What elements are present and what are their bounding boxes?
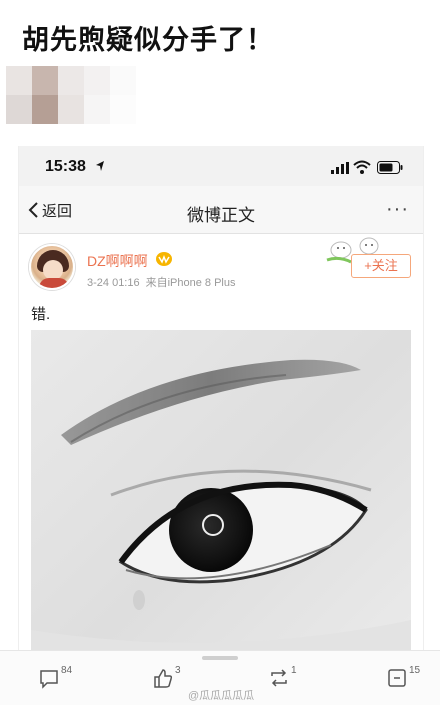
repost-count: 1 (291, 665, 297, 676)
post-text: 错. (31, 306, 51, 323)
battery-icon (377, 161, 403, 174)
location-arrow-icon (96, 161, 104, 171)
drag-handle[interactable] (202, 656, 238, 660)
cellular-signal-icon (331, 162, 349, 174)
repost-button[interactable]: 1 (268, 665, 297, 693)
nav-bar: 返回 微博正文 ··· (19, 186, 423, 234)
comment-count: 84 (61, 665, 73, 676)
phone-screenshot: 15:38 返回 微博正文 ··· DZ啊啊啊 3-24 01:16 来自iPh… (18, 146, 424, 705)
post-date: 3-24 01:16 (87, 277, 140, 289)
pixelated-redaction (6, 66, 136, 124)
like-count: 3 (175, 665, 181, 676)
comment-button[interactable]: 84 (38, 665, 73, 693)
page-title: 微博正文 (187, 206, 255, 225)
comment-icon (40, 670, 58, 689)
post-meta: 3-24 01:16 来自iPhone 8 Plus (87, 274, 236, 290)
status-bar: 15:38 (19, 146, 423, 186)
more-options-button[interactable]: ··· (386, 198, 409, 221)
like-button[interactable]: 3 (152, 665, 181, 693)
eye-photo-image (31, 330, 411, 705)
watermark-text: @瓜瓜瓜瓜瓜 (188, 690, 255, 702)
share-icon (388, 669, 406, 687)
thumbs-up-icon (154, 669, 173, 688)
post-source: 来自iPhone 8 Plus (145, 277, 236, 289)
post-photo[interactable] (31, 330, 411, 705)
share-count: 15 (409, 665, 421, 676)
wifi-icon (353, 160, 371, 174)
avatar[interactable] (29, 244, 75, 290)
repost-icon (271, 669, 287, 687)
follow-button[interactable]: +关注 (351, 254, 411, 278)
username-link[interactable]: DZ啊啊啊 (87, 251, 148, 271)
share-button[interactable]: 15 (386, 665, 421, 693)
action-bar: 84 3 1 15 @瓜瓜瓜瓜瓜 (0, 650, 440, 705)
article-headline: 胡先煦疑似分手了！ (22, 25, 274, 56)
vip-badge-icon (156, 252, 172, 266)
status-time: 15:38 (45, 158, 86, 175)
